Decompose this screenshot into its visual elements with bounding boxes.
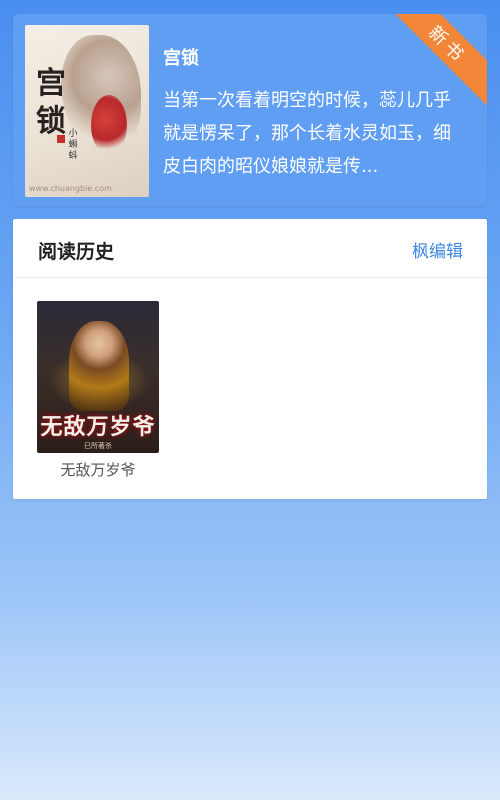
reading-history-header: 阅读历史 枫编辑 (13, 219, 487, 278)
featured-book-title[interactable]: 宫锁 (163, 44, 199, 70)
cover-author-text: 巳所著杀 (84, 442, 112, 450)
cover-title-text: 无敌万岁爷 (40, 414, 156, 440)
history-book-cover[interactable]: 无敌万岁爷 巳所著杀 (37, 301, 159, 453)
cover-seal (57, 135, 65, 143)
reading-history-title: 阅读历史 (38, 241, 115, 263)
featured-book-cover[interactable]: 宫锁 小蝌蚪 www.chuangbie.com (25, 25, 149, 197)
cover-figure-art (69, 321, 129, 411)
ribbon-label: 新书 (423, 22, 470, 69)
cover-author: 小蝌蚪 (68, 129, 78, 161)
edit-button[interactable]: 枫编辑 (412, 237, 463, 262)
cover-calligraphy-title: 宫锁 (36, 66, 66, 139)
history-book-card[interactable]: 无敌万岁爷 巳所著杀 无敌万岁爷 (37, 301, 159, 480)
featured-book-banner[interactable]: 宫锁 小蝌蚪 www.chuangbie.com 宫锁 当第一次看着明空的时候，… (13, 14, 487, 206)
featured-book-description: 当第一次看着明空的时候，蕊儿几乎就是愣呆了，那个长着水灵如玉，细皮白肉的昭仪娘娘… (163, 90, 451, 177)
cover-watermark: www.chuangbie.com (29, 184, 112, 193)
reading-history-panel: 阅读历史 枫编辑 无敌万岁爷 巳所著杀 无敌万岁爷 (13, 219, 487, 499)
cover-red-swirl (91, 95, 127, 155)
history-book-name[interactable]: 无敌万岁爷 (37, 459, 159, 480)
